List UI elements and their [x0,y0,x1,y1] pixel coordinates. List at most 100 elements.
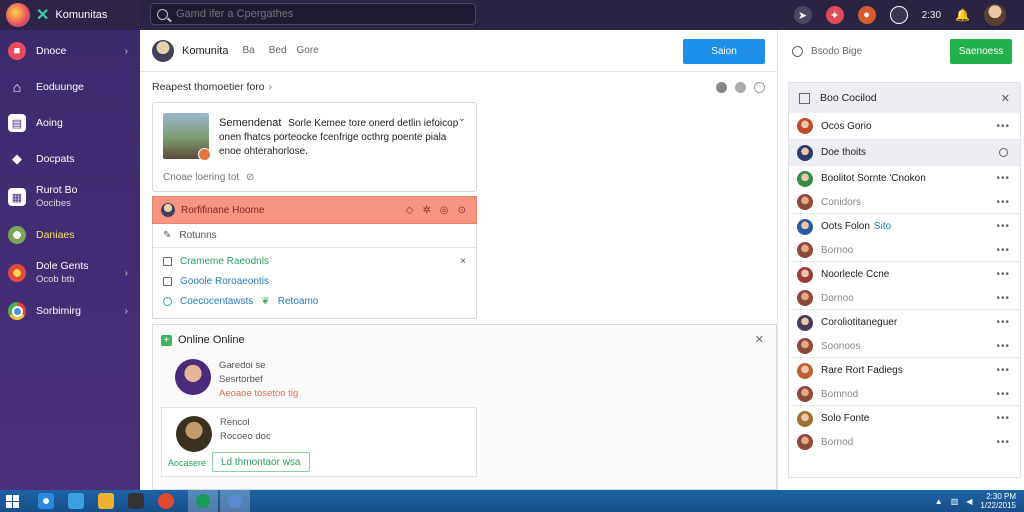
search-bar[interactable] [150,3,476,25]
action-button[interactable]: Ld thmontaor wsa [212,452,310,472]
volume-icon[interactable]: ◀ [966,497,972,506]
header-link-3[interactable]: Gore [297,45,319,56]
section-title[interactable]: Reapest thomoetier foro [152,81,265,93]
circle-icon[interactable] [754,81,765,93]
like-icon[interactable]: ◎ [440,205,449,216]
more-icon[interactable]: ••• [996,293,1010,304]
start-button[interactable] [0,490,24,512]
sidebar-item-dnoce[interactable]: ■ Dnoce › [0,33,140,69]
more-icon[interactable]: ••• [996,121,1010,132]
grid-icon: ▦ [8,188,26,206]
checkbox[interactable] [163,276,172,286]
list-item[interactable]: Gooole Roroaeontis [153,271,476,291]
avatar [797,218,813,235]
contact-sub: Soonoos [821,340,861,352]
fox-icon [8,264,26,282]
comment-icon[interactable]: ◇ [406,205,414,216]
ie-icon[interactable] [38,493,54,509]
chevron-down-icon[interactable]: ⌄ [458,113,466,124]
contact-sub-row[interactable]: Conidors ••• [789,191,1020,213]
contact-item[interactable]: Coroliotitaneguer ••• [789,309,1020,335]
sidebar-item-dole-gents[interactable]: Dole Gents Ocob btb › [0,253,140,293]
contact-item[interactable]: Noorlecle Ccne ••• [789,261,1020,287]
contact-sub-row[interactable]: Bornoo ••• [789,239,1020,261]
more-icon[interactable]: ••• [996,413,1010,424]
contact-item[interactable]: Solo Fonte ••• [789,405,1020,431]
online-user-card[interactable]: Rencol Rocoeo doc Aocasere Ld thmontaor … [161,407,477,477]
top-bar: ✕ Komunitas ➤ ✦ ● 2:30 🔔 [0,0,1024,30]
explorer-icon[interactable] [68,493,84,509]
sidebar-item-docpats[interactable]: ◆ Docpats [0,141,140,177]
clock-date: 1/22/2015 [980,501,1016,510]
radio-icon[interactable] [163,296,172,306]
more-icon[interactable]: ••• [996,389,1010,400]
contact-item[interactable]: Oots Folon Sito ••• [789,213,1020,239]
panel-icon [799,92,810,104]
sidebar-item-sorbimirg[interactable]: Sorbimirg › [0,293,140,329]
sidebar-item-eoduunge[interactable]: ⌂ Eoduunge [0,69,140,105]
contact-sub-row[interactable]: Dornoo ••• [789,287,1020,309]
header-link-2[interactable]: Bed [269,45,287,56]
folder-icon[interactable] [98,493,114,509]
more-icon[interactable]: ••• [996,317,1010,328]
sidebar-item-label: Aoing [36,116,63,129]
bell-icon[interactable]: 🔔 [955,8,970,22]
navigate-icon[interactable]: ➤ [793,6,812,24]
pin-icon[interactable]: ✦ [825,6,844,24]
contact-sub-row[interactable]: Soonoos ••• [789,335,1020,357]
contact-sub-row[interactable]: Bomnod ••• [789,383,1020,405]
search-input[interactable] [176,8,456,20]
save-button[interactable]: Saion [683,39,765,64]
more-icon[interactable]: ••• [996,341,1010,352]
contact-item[interactable]: Rare Rort Fadiegs ••• [789,357,1020,383]
more-icon[interactable]: ••• [996,197,1010,208]
avatar[interactable] [152,39,174,62]
more-icon[interactable]: ••• [996,173,1010,184]
right-header-label[interactable]: Bsodo Bige [811,46,862,57]
arrow-up-icon[interactable]: ▲ [935,497,943,506]
app-icon[interactable] [158,493,174,509]
network-icon[interactable]: ▥ [951,497,959,506]
contact-item[interactable]: Doe thoits [789,139,1020,165]
checkbox[interactable] [163,256,172,266]
more-icon[interactable]: ••• [996,365,1010,376]
refresh-icon[interactable] [889,6,908,24]
close-icon[interactable]: ✕ [755,333,764,346]
sidebar-item-daniaes[interactable]: Daniaes [0,217,140,253]
header-link-1[interactable]: Ba [242,45,254,56]
fire-icon[interactable]: ● [857,6,876,24]
star-icon[interactable]: ✲ [422,205,430,216]
more-icon[interactable]: ••• [996,269,1010,280]
chevron-right-icon: › [268,81,273,93]
edit-icon[interactable]: ✎ [163,230,171,241]
user-avatar[interactable] [984,4,1006,26]
share-icon[interactable]: ⊙ [458,205,466,216]
contact-item[interactable]: Ocos Gorio ••• [789,113,1020,139]
clock[interactable]: 2:30 PM 1/22/2015 [980,492,1016,510]
alert-row[interactable]: Rorfifinane Hoome ◇ ✲ ◎ ⊙ [152,196,477,224]
close-icon[interactable]: ✕ [1001,92,1010,105]
sidebar-item-aoing[interactable]: ▤ Aoing [0,105,140,141]
active-app[interactable] [220,490,250,512]
search-icon[interactable] [999,148,1008,157]
brand[interactable]: ✕ Komunitas [0,0,140,30]
online-user-name: Garedoi se [219,360,266,371]
media-icon[interactable] [128,493,144,509]
more-icon[interactable]: ••• [996,437,1010,448]
more-icon[interactable]: ••• [996,221,1010,232]
sidebar-item-rurot-bo[interactable]: ▦ Rurot Bo Oocibes [0,177,140,217]
list-item[interactable]: Crameme Raeodnls × [153,251,476,271]
active-app[interactable] [188,490,218,512]
link-icon[interactable]: ⊘ [246,172,254,183]
submit-button[interactable]: Saenoess [950,39,1012,64]
post-card[interactable]: Semendenat Sorle Kemee tore onerd detlin… [152,102,477,192]
contact-sub-row[interactable]: Bornod ••• [789,431,1020,453]
contact-item[interactable]: Boolitot Sornte 'Cnokon ••• [789,165,1020,191]
list-item[interactable]: Coecocentawsts ❦ Retoamo [153,291,476,311]
filter-icon[interactable] [716,81,727,93]
settings-icon[interactable] [735,81,746,93]
online-user-status: Sesrtorbef [219,374,263,385]
close-icon[interactable]: × [460,256,466,267]
more-icon[interactable]: ••• [996,245,1010,256]
online-user[interactable]: Garedoi se Sesrtorbef Aeoaoe tosetoo tig [175,359,475,399]
